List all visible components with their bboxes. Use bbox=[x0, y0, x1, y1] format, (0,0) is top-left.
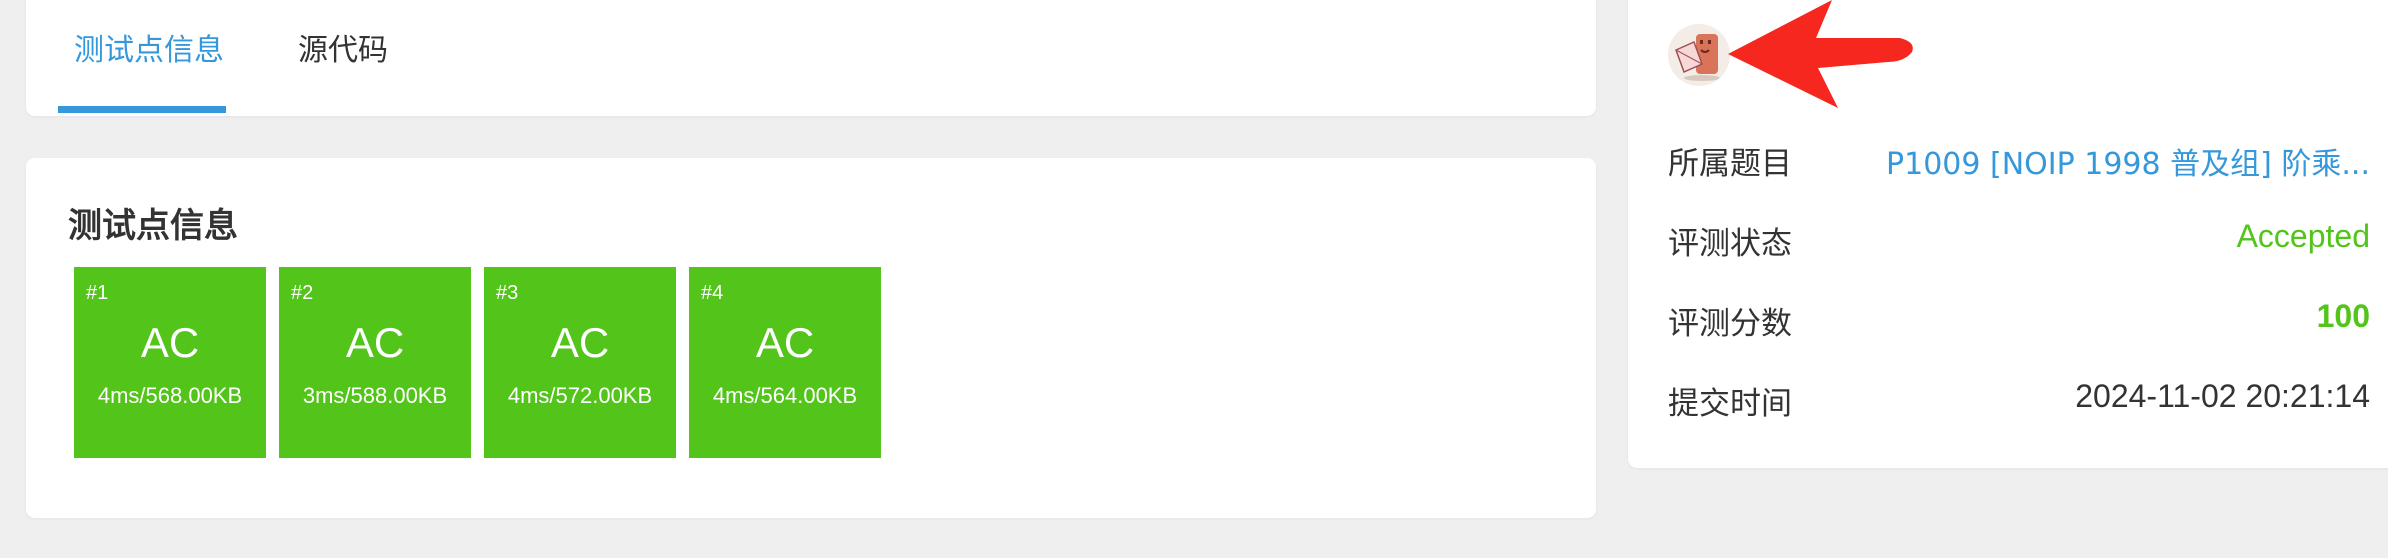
problem-link[interactable]: P1009 [NOIP 1998 普及组] 阶乘... bbox=[1878, 139, 2370, 183]
tabs-card: 测试点信息 源代码 bbox=[26, 0, 1596, 116]
testcase-box[interactable]: #1 AC 4ms/568.00KB bbox=[74, 267, 266, 458]
testcase-box[interactable]: #2 AC 3ms/588.00KB bbox=[279, 267, 471, 458]
submission-info-card: 所属题目 P1009 [NOIP 1998 普及组] 阶乘... 评测状态 Ac… bbox=[1628, 0, 2388, 468]
testcase-box[interactable]: #4 AC 4ms/564.00KB bbox=[689, 267, 881, 458]
status-label: 评测状态 bbox=[1668, 226, 1792, 262]
testcase-number: #1 bbox=[86, 282, 109, 304]
problem-label: 所属题目 bbox=[1668, 146, 1792, 182]
testcases-card: 测试点信息 #1 AC 4ms/568.00KB #2 AC 3ms/588.0… bbox=[26, 158, 1596, 518]
tab-testcase-info[interactable]: 测试点信息 bbox=[74, 26, 224, 76]
testcase-number: #3 bbox=[496, 282, 519, 304]
red-arrow-icon bbox=[1728, 0, 1913, 108]
status-value: Accepted bbox=[2236, 218, 2370, 254]
testcase-stat: 4ms/572.00KB bbox=[507, 383, 653, 408]
testcase-stat: 4ms/568.00KB bbox=[97, 383, 243, 408]
testcase-result: AC bbox=[550, 319, 610, 366]
score-label: 评测分数 bbox=[1668, 306, 1792, 342]
submit-time-label: 提交时间 bbox=[1668, 386, 1792, 422]
testcase-number: #2 bbox=[291, 282, 314, 304]
score-value: 100 bbox=[2316, 298, 2370, 334]
testcase-result: AC bbox=[755, 319, 815, 366]
testcase-result: AC bbox=[345, 319, 405, 366]
testcase-stat: 3ms/588.00KB bbox=[302, 383, 448, 408]
testcase-box[interactable]: #3 AC 4ms/572.00KB bbox=[484, 267, 676, 458]
user-avatar[interactable] bbox=[1668, 24, 1730, 86]
avatar-icon bbox=[1668, 24, 1730, 86]
submit-time-value: 2024-11-02 20:21:14 bbox=[2075, 378, 2370, 414]
page: 测试点信息 源代码 测试点信息 #1 AC 4ms/568.00KB #2 AC… bbox=[0, 0, 2388, 558]
active-tab-indicator bbox=[58, 106, 226, 113]
testcases-title: 测试点信息 bbox=[68, 206, 238, 246]
testcase-number: #4 bbox=[701, 282, 724, 304]
tab-source-code[interactable]: 源代码 bbox=[298, 26, 388, 76]
testcase-stat: 4ms/564.00KB bbox=[712, 383, 858, 408]
testcase-result: AC bbox=[140, 319, 200, 366]
